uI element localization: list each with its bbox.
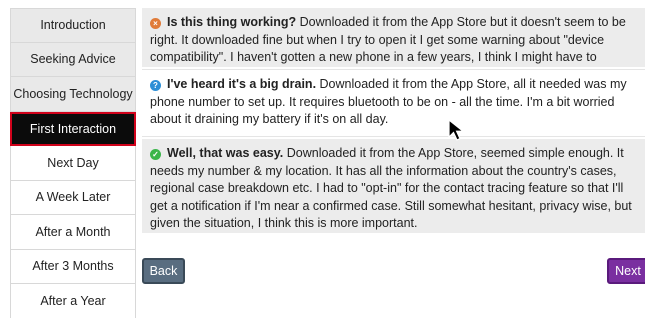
mouse-pointer-icon (448, 118, 465, 141)
sidebar-item-introduction[interactable]: Introduction (10, 8, 136, 43)
option-headline: I've heard it's a big drain. (167, 77, 317, 91)
option-card-big-drain[interactable]: ? I've heard it's a big drain. Downloaded… (142, 69, 645, 137)
check-circle-icon: ✓ (150, 149, 161, 160)
sidebar-item-after-a-month[interactable]: After a Month (10, 215, 136, 250)
sidebar-item-first-interaction[interactable]: First Interaction (10, 111, 136, 146)
sidebar-item-choosing-technology[interactable]: Choosing Technology (10, 77, 136, 112)
sidebar-item-after-3-months[interactable]: After 3 Months (10, 249, 136, 284)
sidebar-item-after-a-year[interactable]: After a Year (10, 284, 136, 318)
option-headline: Is this thing working? (167, 15, 297, 29)
sidebar-item-a-week-later[interactable]: A Week Later (10, 180, 136, 215)
next-button[interactable]: Next (607, 258, 645, 284)
options-panel: × Is this thing working? Downloaded it fr… (142, 8, 645, 233)
option-card-not-working[interactable]: × Is this thing working? Downloaded it fr… (142, 8, 645, 82)
sidebar-item-seeking-advice[interactable]: Seeking Advice (10, 42, 136, 77)
back-button[interactable]: Back (142, 258, 185, 284)
question-circle-icon: ? (150, 80, 161, 91)
option-headline: Well, that was easy. (167, 146, 284, 160)
x-circle-icon: × (150, 18, 161, 29)
option-card-easy[interactable]: ✓ Well, that was easy. Downloaded it from… (142, 139, 645, 233)
sidebar: Introduction Seeking Advice Choosing Tec… (10, 8, 136, 318)
sidebar-item-next-day[interactable]: Next Day (10, 146, 136, 181)
